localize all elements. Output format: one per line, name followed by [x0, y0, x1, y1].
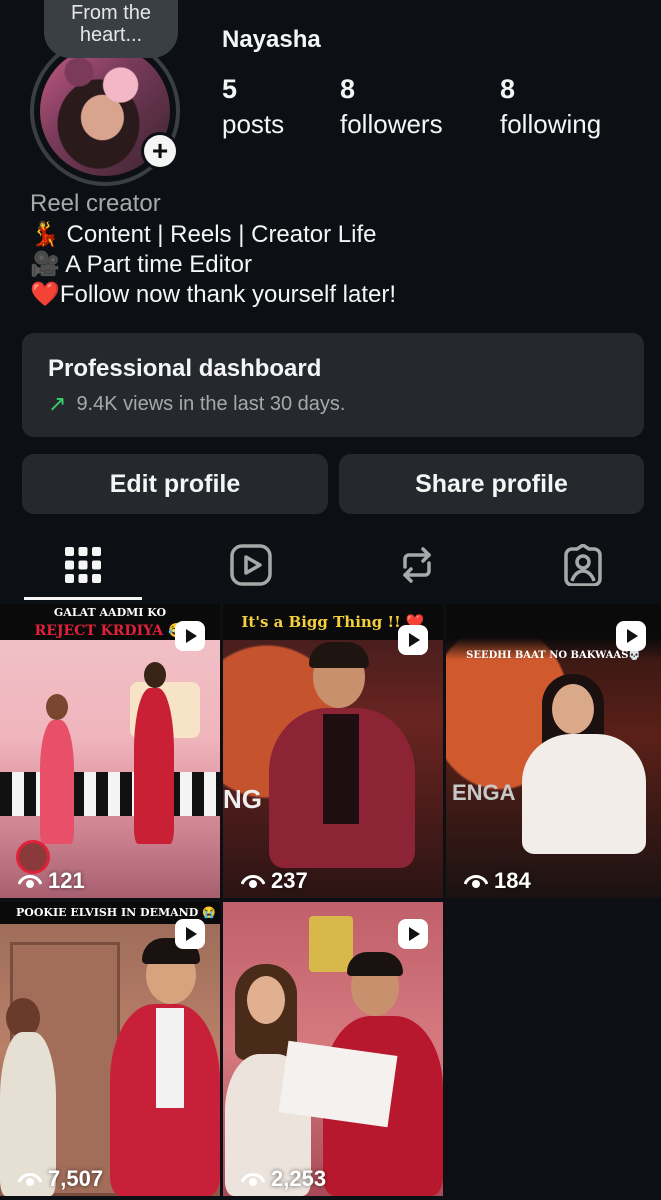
username: Nayasha: [222, 26, 321, 53]
post-thumbnail[interactable]: ENGA SEEDHI BAAT NO BAKWAAS💀 184: [446, 604, 661, 898]
post-thumbnail[interactable]: 2,253: [223, 902, 443, 1196]
tab-reels[interactable]: [168, 528, 333, 602]
profile-tabs: [0, 528, 661, 602]
note-bubble[interactable]: From the heart...: [44, 0, 178, 58]
stat-value: 8: [500, 74, 516, 104]
bio-line: 🎥 A Part time Editor: [30, 251, 252, 278]
view-count: 7,507: [18, 1166, 103, 1192]
bio-line: ❤️Follow now thank yourself later!: [30, 281, 397, 308]
profile-avatar-area[interactable]: From the heart... +: [30, 0, 192, 186]
view-count: 184: [464, 868, 531, 894]
tab-posts-grid[interactable]: [0, 528, 165, 602]
view-count-value: 184: [494, 868, 531, 893]
tab-tagged[interactable]: [500, 528, 661, 602]
post-thumbnail[interactable]: POOKIE ELVISH IN DEMAND 😭 7,507: [0, 902, 220, 1196]
tab-reposts[interactable]: [334, 528, 499, 602]
stat-followers[interactable]: 8 followers: [340, 72, 443, 142]
stat-value: 8: [340, 74, 356, 104]
stat-label: followers: [340, 109, 443, 139]
bio-line: 💃 Content | Reels | Creator Life: [30, 221, 377, 248]
eye-icon: [18, 1173, 42, 1186]
view-count: 121: [18, 868, 85, 894]
post-thumbnail[interactable]: GALAT AADMI KO REJECT KRDIYA 😂 121: [0, 604, 220, 898]
reel-badge-icon: [175, 621, 205, 651]
bio: Reel creator 💃 Content | Reels | Creator…: [30, 188, 640, 310]
reel-badge-icon: [175, 919, 205, 949]
stat-posts[interactable]: 5 posts: [222, 72, 284, 142]
eye-icon: [464, 875, 488, 888]
view-count-value: 121: [48, 868, 85, 893]
view-count-value: 2,253: [271, 1166, 327, 1191]
tagged-icon: [563, 544, 602, 586]
repost-icon: [402, 547, 431, 583]
edit-profile-button[interactable]: Edit profile: [22, 454, 328, 514]
reel-badge-icon: [398, 919, 428, 949]
post-thumbnail[interactable]: NG It's a Bigg Thing !! ❤️ 237: [223, 604, 443, 898]
view-count: 2,253: [241, 1166, 326, 1192]
eye-icon: [241, 1173, 265, 1186]
stat-value: 5: [222, 74, 238, 104]
reels-icon: [229, 544, 272, 586]
plus-icon: +: [144, 135, 176, 167]
professional-dashboard[interactable]: Professional dashboard ↗ 9.4K views in t…: [22, 333, 644, 437]
dashboard-title: Professional dashboard: [48, 355, 322, 382]
stat-label: following: [500, 109, 602, 139]
eye-icon: [18, 875, 42, 888]
dashboard-subtitle: 9.4K views in the last 30 days.: [76, 392, 346, 415]
bio-category: Reel creator: [30, 190, 161, 217]
view-count: 237: [241, 868, 308, 894]
grid-icon: [64, 547, 101, 583]
reel-badge-icon: [398, 625, 428, 655]
stat-following[interactable]: 8 following: [500, 72, 601, 142]
stat-label: posts: [222, 109, 285, 139]
active-tab-indicator: [24, 597, 142, 600]
trend-up-icon: ↗: [48, 391, 67, 416]
view-count-value: 7,507: [48, 1166, 104, 1191]
eye-icon: [241, 875, 265, 888]
caption-line: GALAT AADMI KO: [53, 606, 167, 619]
share-profile-button[interactable]: Share profile: [339, 454, 644, 514]
dashboard-subtitle-row: ↗ 9.4K views in the last 30 days.: [48, 391, 618, 417]
add-story-button[interactable]: +: [141, 132, 179, 170]
reel-badge-icon: [616, 621, 646, 651]
view-count-value: 237: [271, 868, 308, 893]
